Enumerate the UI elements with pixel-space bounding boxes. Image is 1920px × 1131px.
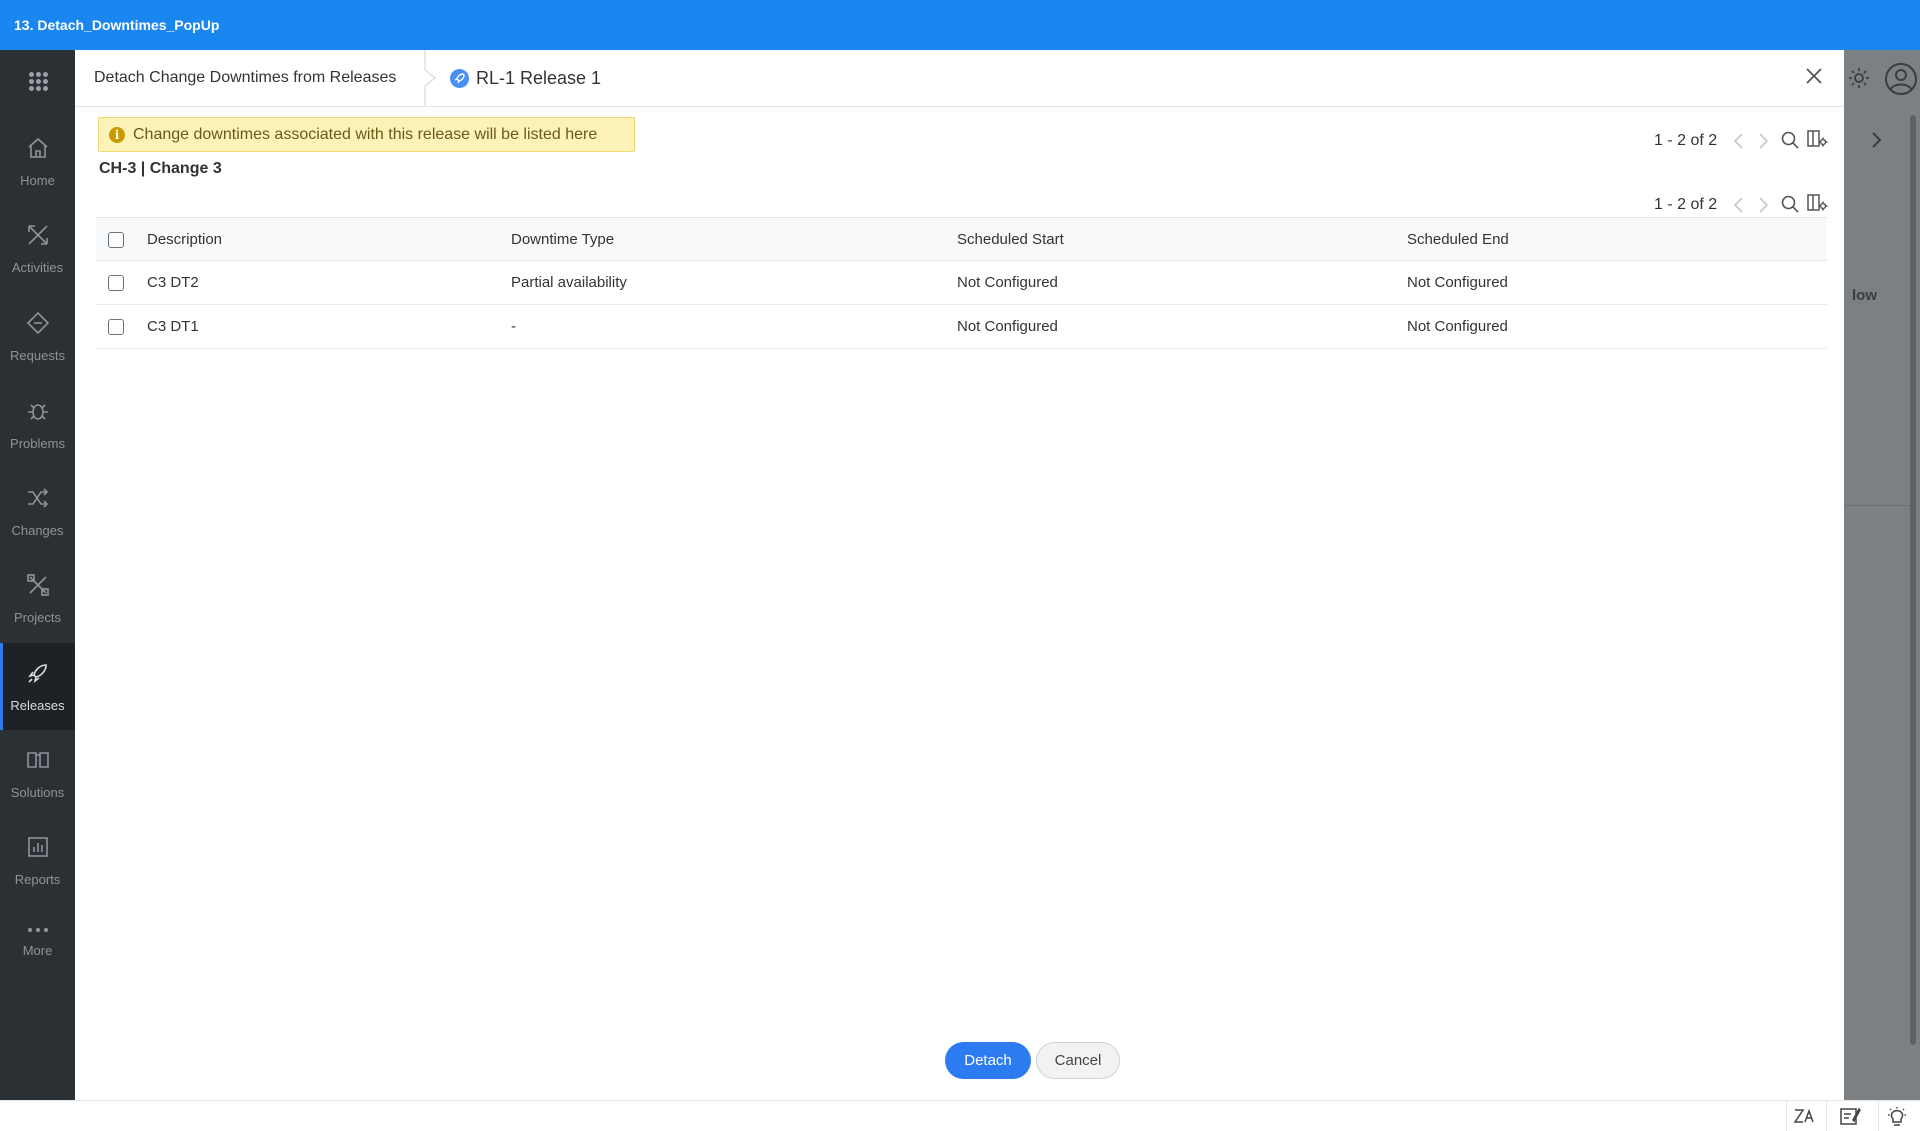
projects-icon [27,574,49,596]
column-header-description[interactable]: Description [147,217,511,261]
cell-scheduled-start: Not Configured [957,304,1407,349]
changes-icon [28,488,49,508]
row-checkbox[interactable] [108,319,124,336]
user-avatar-icon[interactable] [1884,62,1918,96]
info-message: Change downtimes associated with this re… [133,126,598,143]
divider [1878,1101,1879,1131]
sidebar-item-label: Projects [14,610,61,625]
notes-icon[interactable] [1839,1106,1861,1126]
info-icon: i [109,127,125,143]
sidebar-item-label: Home [20,173,55,188]
sidebar-item-label: Releases [10,698,65,713]
requests-icon [26,311,50,335]
row-checkbox[interactable] [108,275,124,292]
sidebar: Home Activities Requests Problems Change… [0,50,75,1100]
sidebar-item-label: Solutions [10,785,65,800]
window-title-bar: 13. Detach_Downtimes_PopUp [0,0,1920,50]
releases-icon [28,664,47,683]
sidebar-item-home[interactable]: Home [0,118,75,205]
more-icon [27,927,49,933]
sidebar-item-label: More [22,943,53,958]
sidebar-item-more[interactable]: More [0,900,75,987]
solutions-icon [27,752,49,768]
column-settings-icon[interactable] [1806,192,1828,214]
sidebar-item-label: Changes [11,523,64,538]
select-all-cell [96,217,147,261]
cell-downtime-type: Partial availability [511,260,957,305]
cell-description: C3 DT2 [147,260,511,305]
select-all-checkbox[interactable] [108,231,124,248]
chevron-left-icon[interactable] [1732,196,1746,214]
row-select-cell [96,260,147,305]
downtimes-table: Description Downtime Type Scheduled Star… [96,217,1827,349]
dialog-title: Detach Change Downtimes from Releases [94,69,397,86]
sidebar-item-releases[interactable]: Releases [0,643,75,730]
reports-icon [28,837,48,857]
cell-scheduled-end: Not Configured [1407,260,1827,305]
column-header-scheduled-start[interactable]: Scheduled Start [957,217,1407,261]
cell-scheduled-end: Not Configured [1407,304,1827,349]
sidebar-item-changes[interactable]: Changes [0,468,75,555]
column-settings-icon[interactable] [1806,128,1828,150]
info-banner: i Change downtimes associated with this … [98,117,635,152]
sidebar-item-reports[interactable]: Reports [0,817,75,904]
cancel-button[interactable]: Cancel [1036,1042,1120,1079]
release-icon [450,69,469,88]
change-title: CH-3 | Change 3 [99,160,222,177]
table-row[interactable]: C3 DT2 Partial availability Not Configur… [96,260,1827,305]
column-header-downtime-type[interactable]: Downtime Type [511,217,957,261]
home-icon [28,137,48,158]
breadcrumb-separator [424,50,436,106]
row-select-cell [96,304,147,349]
lightbulb-icon[interactable] [1886,1106,1908,1128]
background-scrollbar[interactable] [1910,115,1916,1045]
sidebar-item-label: Requests [10,348,65,363]
table-header-row: Description Downtime Type Scheduled Star… [96,217,1827,261]
release-label: RL-1 Release 1 [476,68,602,88]
dialog-header: Detach Change Downtimes from Releases RL… [75,50,1844,107]
divider [1786,1101,1787,1131]
search-icon[interactable] [1780,130,1800,150]
background-page: low [1844,50,1920,1100]
cell-scheduled-start: Not Configured [957,260,1407,305]
app-menu-icon[interactable] [29,72,48,91]
settings-icon[interactable] [1847,66,1871,90]
cell-downtime-type: - [511,304,957,349]
chevron-left-icon[interactable] [1732,132,1746,150]
sidebar-item-requests[interactable]: Requests [0,293,75,380]
pager-count: 1 - 2 of 2 [1654,132,1718,149]
divider [1826,1101,1827,1131]
sidebar-item-problems[interactable]: Problems [0,381,75,468]
bottom-toolbar [0,1100,1920,1131]
problems-icon [28,404,48,420]
window-title: 13. Detach_Downtimes_PopUp [14,17,220,33]
close-icon[interactable] [1802,64,1826,88]
chevron-right-icon[interactable] [1756,196,1770,214]
sidebar-item-label: Problems [10,436,65,451]
sidebar-item-label: Activities [11,260,64,275]
sidebar-item-label: Reports [14,872,61,887]
sidebar-item-activities[interactable]: Activities [0,205,75,292]
sidebar-item-projects[interactable]: Projects [0,555,75,642]
search-icon[interactable] [1780,194,1800,214]
background-text: low [1852,287,1877,304]
detach-button[interactable]: Detach [945,1042,1031,1079]
chevron-right-icon[interactable] [1866,130,1886,150]
pager-count: 1 - 2 of 2 [1654,196,1718,213]
sidebar-item-solutions[interactable]: Solutions [0,730,75,817]
column-header-scheduled-end[interactable]: Scheduled End [1407,217,1827,261]
chevron-right-icon[interactable] [1756,132,1770,150]
detach-downtimes-dialog: Detach Change Downtimes from Releases RL… [75,50,1844,1100]
table-row[interactable]: C3 DT1 - Not Configured Not Configured [96,304,1827,349]
translate-icon[interactable] [1793,1106,1817,1126]
cell-description: C3 DT1 [147,304,511,349]
activities-icon [28,225,48,245]
